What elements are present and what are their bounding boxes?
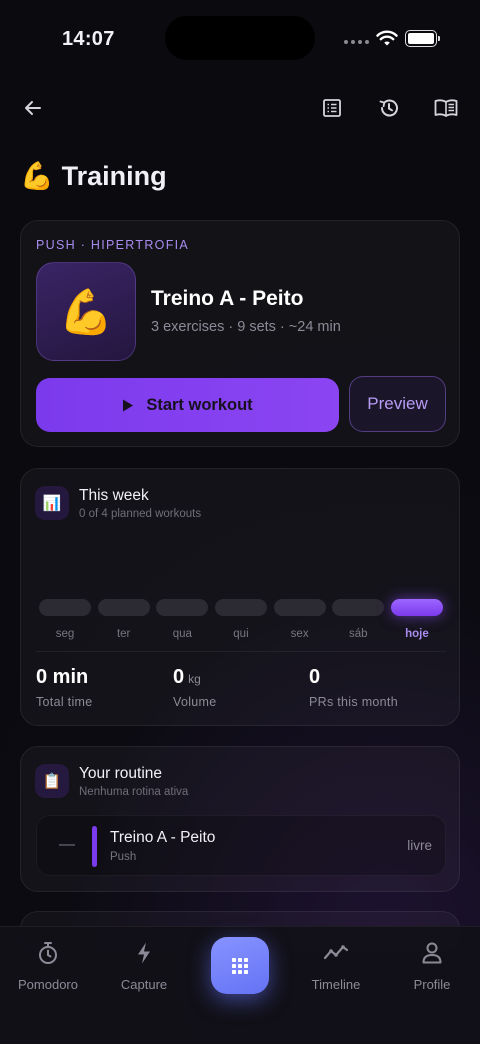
routine-item-name: Treino A - Peito [110,829,216,846]
day-label: qua [172,628,192,640]
book-icon [434,99,458,117]
day-bar [273,599,326,616]
tab-profile[interactable]: Profile [392,941,472,992]
battery-icon [405,30,440,47]
stat-total-time: 0 min Total time [36,666,93,709]
divider [36,651,446,652]
stat-value: 0 [173,666,185,688]
day-today[interactable]: hoje [390,599,443,640]
tab-bar: Pomodoro Capture Timeline Profile [0,926,480,1044]
workout-icon: 💪 [36,262,136,361]
stat-caption: PRs this month [309,695,398,709]
stat-value-row: 0 kg [173,666,217,689]
timer-icon [39,942,57,964]
week-summary-card: 📊 This week 0 of 4 planned workouts seg … [20,468,460,726]
workout-meta: 3 exercises · 9 sets · ~24 min [151,319,341,335]
status-time: 14:07 [62,28,115,50]
day-bar [332,599,385,616]
tab-label: Pomodoro [18,977,78,992]
clipboard-icon: 📋 [35,764,69,798]
day-bar-today [390,599,443,616]
day-label: sex [290,628,309,640]
routine-item[interactable]: — Treino A - Peito Push livre [36,815,446,876]
bolt-icon [138,942,150,964]
top-nav [0,90,480,126]
grid-icon [232,957,248,974]
next-workout-card: PUSH · HIPERTROFIA 💪 Treino A - Peito 3 … [20,220,460,447]
day-sex[interactable]: sex [273,599,326,640]
apps-grid-button[interactable] [211,937,269,994]
tab-pomodoro[interactable]: Pomodoro [8,941,88,992]
day-bar [97,599,150,616]
play-icon [123,399,134,411]
day-bar [156,599,209,616]
routine-subtitle: Nenhuma rotina ativa [79,786,189,798]
workout-name: Treino A - Peito [151,287,304,310]
back-button[interactable] [15,90,51,126]
day-seg[interactable]: seg [39,599,91,640]
stat-prs: 0 PRs this month [309,666,398,709]
history-button[interactable] [371,90,407,126]
page-title: 💪 Training [20,160,167,193]
routine-title: Your routine [79,765,163,782]
routine-dash: — [59,836,75,853]
history-icon [379,99,398,117]
bar-chart-icon: 📊 [35,486,69,520]
tab-label: Profile [413,977,451,992]
day-label: seg [55,628,75,640]
day-bar [39,599,91,616]
flexed-biceps-icon: 💪 [20,161,54,192]
tab-capture[interactable]: Capture [104,941,184,992]
wifi-icon [376,30,398,46]
list-icon [323,99,341,117]
tab-timeline[interactable]: Timeline [296,941,376,992]
routine-accent-bar [92,826,97,867]
stat-caption: Volume [173,695,217,709]
stat-value: 0 min [36,666,89,688]
cellular-icon [344,40,369,44]
day-qua[interactable]: qua [156,599,209,640]
day-sab[interactable]: sáb [332,599,385,640]
tab-label: Timeline [311,977,361,992]
day-label-today: hoje [405,628,429,640]
start-workout-label: Start workout [146,395,253,414]
week-title: This week [79,487,149,504]
stat-volume: 0 kg Volume [173,666,217,709]
day-ter[interactable]: ter [97,599,150,640]
back-arrow-icon [25,101,41,115]
week-subtitle: 0 of 4 planned workouts [79,508,202,520]
library-button[interactable] [428,90,464,126]
page-title-text: Training [61,160,167,191]
stat-unit: kg [188,672,201,686]
dynamic-island [165,16,315,60]
week-days: seg ter qua qui sex sáb hoje [39,599,443,640]
user-icon [422,942,442,964]
workout-category: PUSH · HIPERTROFIA [36,238,190,252]
day-label: sáb [349,628,368,640]
routine-item-status: livre [407,838,432,853]
routine-card: 📋 Your routine Nenhuma rotina ativa — Tr… [20,746,460,892]
day-qui[interactable]: qui [214,599,267,640]
tab-label: Capture [120,977,168,992]
stat-caption: Total time [36,695,93,709]
stat-value: 0 [309,666,321,688]
status-bar: 14:07 [0,0,480,78]
day-label: qui [233,628,249,640]
trend-icon [323,945,349,960]
routine-item-type: Push [110,851,137,863]
preview-button[interactable]: Preview [349,376,446,432]
exercise-list-button[interactable] [314,90,350,126]
day-label: ter [116,628,131,640]
start-workout-button[interactable]: Start workout [36,378,339,432]
day-bar [214,599,267,616]
